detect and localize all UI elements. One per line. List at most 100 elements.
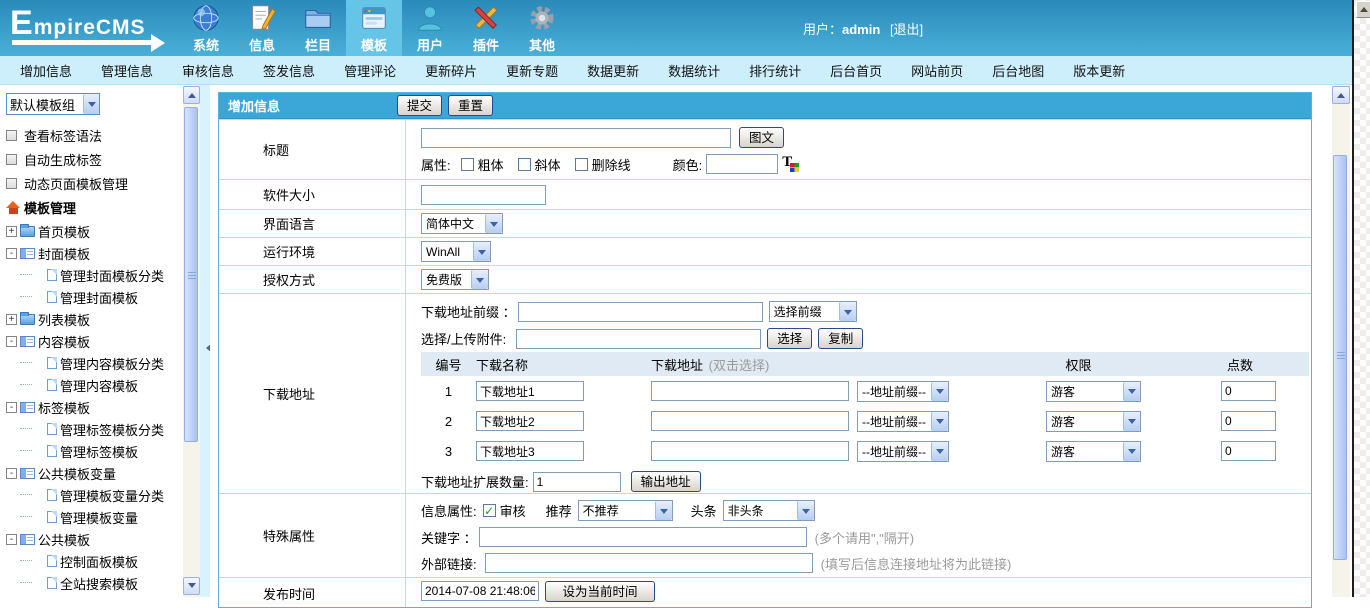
points-input[interactable] [1221,381,1276,401]
tree-toggle-icon[interactable]: - [6,336,17,347]
nav-item[interactable]: 管理信息 [101,61,153,80]
keyword-input[interactable] [479,527,807,547]
tree-item[interactable]: - 公共模板 [6,528,179,550]
color-input[interactable] [706,154,778,174]
tree-toggle-icon[interactable]: - [6,402,17,413]
publish-time-input[interactable] [421,581,539,601]
tree-item[interactable]: 控制面板模板 [20,550,179,572]
language-select[interactable]: 简体中文 [421,213,503,234]
download-prefix-input[interactable] [518,302,763,322]
browser-scroll-up-icon[interactable] [1356,1,1370,18]
tree-toggle-icon[interactable]: - [6,248,17,259]
sidebar-scrollbar[interactable] [183,85,200,597]
nav-item[interactable]: 数据统计 [668,61,720,80]
logout-link[interactable]: [退出] [890,22,923,37]
tree-item[interactable]: - 标签模板 [6,396,179,418]
menu-item-user[interactable]: 用户 [402,0,458,56]
environment-select[interactable]: WinAll [421,241,491,262]
tree-toggle-icon[interactable]: + [6,314,17,325]
copy-button[interactable]: 复制 [818,328,863,349]
nav-item[interactable]: 更新专题 [506,61,558,80]
menu-item-column[interactable]: 栏目 [290,0,346,56]
tree-item[interactable]: 管理封面模板分类 [20,264,179,286]
tree-item[interactable]: + 列表模板 [6,308,179,330]
tree-item[interactable]: 管理内容模板分类 [20,352,179,374]
output-address-button[interactable]: 输出地址 [631,471,701,492]
choose-button[interactable]: 选择 [767,328,812,349]
nav-item[interactable]: 增加信息 [20,61,72,80]
reset-button[interactable]: 重置 [448,95,493,116]
sidebar-option[interactable]: 查看标签语法 [6,123,179,147]
permission-select[interactable]: 游客 [1046,411,1141,432]
download-name-input[interactable] [476,441,584,461]
nav-item[interactable]: 更新碎片 [425,61,477,80]
url-prefix-select[interactable]: --地址前缀-- [857,411,949,432]
tree-item[interactable]: 管理标签模板分类 [20,418,179,440]
nav-item[interactable]: 网站前页 [911,61,963,80]
menu-item-plugin[interactable]: 插件 [458,0,514,56]
tree-item[interactable]: 管理内容模板 [20,374,179,396]
license-select[interactable]: 免费版 [421,269,489,290]
url-prefix-select[interactable]: --地址前缀-- [857,381,949,402]
tree-item[interactable]: 管理标签模板 [20,440,179,462]
menu-item-system[interactable]: 系统 [178,0,234,56]
tree-item[interactable]: - 封面模板 [6,242,179,264]
tree-item[interactable]: + 首页模板 [6,220,179,242]
download-name-input[interactable] [476,381,584,401]
permission-select[interactable]: 游客 [1046,441,1141,462]
attachment-input[interactable] [516,329,761,349]
scroll-up-icon[interactable] [183,86,200,104]
tree-item[interactable]: 管理模板变量 [20,506,179,528]
headline-select[interactable]: 非头条 [723,500,815,521]
nav-item[interactable]: 后台地图 [992,61,1044,80]
submit-button[interactable]: 提交 [397,95,442,116]
nav-item[interactable]: 后台首页 [830,61,882,80]
tree-item[interactable]: 全站搜索模板 [20,572,179,594]
nav-item[interactable]: 签发信息 [263,61,315,80]
tree-toggle-icon[interactable]: - [6,468,17,479]
nav-item[interactable]: 管理评论 [344,61,396,80]
template-group-select[interactable]: 默认模板组 [6,93,100,115]
menu-item-info[interactable]: 信息 [234,0,290,56]
nav-item[interactable]: 排行统计 [749,61,801,80]
nav-item[interactable]: 审核信息 [182,61,234,80]
audit-checkbox[interactable]: ✓ [483,504,496,517]
permission-select[interactable]: 游客 [1046,381,1141,402]
prefix-select[interactable]: 选择前缀 [769,301,857,322]
recommend-select[interactable]: 不推荐 [578,500,673,521]
sidebar-option[interactable]: 自动生成标签 [6,147,179,171]
menu-item-other[interactable]: 其他 [514,0,570,56]
download-url-input[interactable] [651,381,849,401]
pic-text-button[interactable]: 图文 [739,127,784,148]
italic-checkbox[interactable] [518,158,531,171]
title-input[interactable] [421,128,731,148]
text-color-picker-icon[interactable]: T [782,155,800,173]
nav-item[interactable]: 版本更新 [1073,61,1125,80]
tree-item[interactable]: - 内容模板 [6,330,179,352]
points-input[interactable] [1221,411,1276,431]
scroll-down-icon[interactable] [183,577,200,595]
menu-item-template[interactable]: 模板 [346,0,402,56]
sidebar-scroll-thumb[interactable] [184,107,198,442]
download-name-input[interactable] [476,411,584,431]
bold-checkbox[interactable] [461,158,474,171]
sidebar-option[interactable]: 动态页面模板管理 [6,171,179,195]
content-scroll-thumb[interactable] [1333,155,1347,560]
tree-item[interactable]: - 公共模板变量 [6,462,179,484]
download-url-input[interactable] [651,441,849,461]
size-input[interactable] [421,185,546,205]
external-link-input[interactable] [485,553,813,573]
tree-toggle-icon[interactable]: + [6,226,17,237]
download-url-input[interactable] [651,411,849,431]
points-input[interactable] [1221,441,1276,461]
tree-item[interactable]: 管理封面模板 [20,286,179,308]
tree-toggle-icon[interactable]: - [6,534,17,545]
nav-item[interactable]: 数据更新 [587,61,639,80]
set-current-time-button[interactable]: 设为当前时间 [545,581,655,602]
url-prefix-select[interactable]: --地址前缀-- [857,441,949,462]
strike-checkbox[interactable] [575,158,588,171]
ext-count-input[interactable] [533,472,621,492]
tree-item[interactable]: 管理模板变量分类 [20,484,179,506]
scroll-up-icon[interactable] [1332,86,1350,104]
content-scrollbar[interactable] [1332,85,1350,597]
